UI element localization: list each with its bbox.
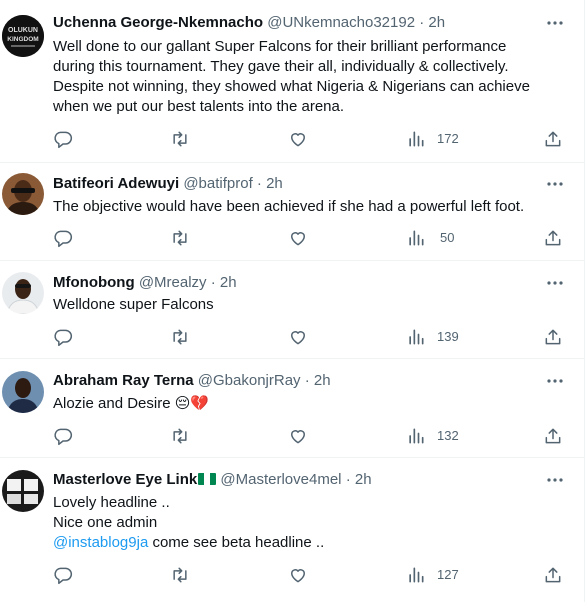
avatar[interactable] <box>2 470 44 512</box>
views-count: 127 <box>437 567 459 582</box>
views-icon[interactable] <box>406 565 426 585</box>
views-icon[interactable] <box>406 228 426 248</box>
tweet-text-line: during this tournament. They gave their … <box>53 58 509 75</box>
display-name[interactable]: Masterlove Eye Link <box>53 471 197 488</box>
more-icon[interactable] <box>545 174 565 194</box>
more-icon[interactable] <box>545 13 565 33</box>
tweet[interactable]: Mfonobong @Mrealzy · 2h Welldone super F… <box>0 261 585 359</box>
tweet[interactable]: Abraham Ray Terna @GbakonjrRay · 2h Aloz… <box>0 359 585 458</box>
avatar[interactable] <box>2 272 44 314</box>
avatar[interactable] <box>2 173 44 215</box>
views-count: 50 <box>440 230 455 245</box>
display-name[interactable]: Mfonobong <box>53 274 135 291</box>
tweet-text-line: Nice one admin <box>53 514 158 531</box>
tweet-header: Masterlove Eye Link @Masterlove4mel · 2h <box>53 470 372 490</box>
tweet[interactable]: Batifeori Adewuyi @batifprof · 2h The ob… <box>0 163 585 261</box>
like-icon[interactable] <box>288 129 308 149</box>
tweet-actions: 127 <box>0 565 585 585</box>
tweet-text-line: when we put our best talents into the ar… <box>53 98 345 115</box>
share-icon[interactable] <box>543 426 563 446</box>
tweet-header: Batifeori Adewuyi @batifprof · 2h <box>53 174 283 194</box>
retweet-icon[interactable] <box>170 327 190 347</box>
like-icon[interactable] <box>288 426 308 446</box>
user-handle[interactable]: @Masterlove4mel <box>220 471 341 488</box>
retweet-icon[interactable] <box>170 228 190 248</box>
reply-feed: OLUKUN KINGDOM Uchenna George-Nkemnacho … <box>0 0 585 602</box>
like-icon[interactable] <box>288 228 308 248</box>
more-icon[interactable] <box>545 371 565 391</box>
timestamp[interactable]: 2h <box>355 471 372 488</box>
tweet-text-line: Well done to our gallant Super Falcons f… <box>53 38 507 55</box>
retweet-icon[interactable] <box>170 565 190 585</box>
tweet-text-line: Alozie and Desire 😔💔 <box>53 394 573 414</box>
timestamp[interactable]: 2h <box>266 175 283 192</box>
tweet-text: Well done to our gallant Super Falcons f… <box>53 37 573 117</box>
reply-icon[interactable] <box>53 129 73 149</box>
avatar-text-1: OLUKUN <box>8 27 38 34</box>
display-name[interactable]: Batifeori Adewuyi <box>53 175 179 192</box>
share-icon[interactable] <box>543 228 563 248</box>
more-icon[interactable] <box>545 470 565 490</box>
tweet-text: Welldone super Falcons <box>53 295 573 315</box>
separator-dot: · <box>304 372 310 389</box>
separator-dot: · <box>419 14 425 31</box>
tweet-text-line: Despite not winning, they showed what Ni… <box>53 78 530 95</box>
separator-dot: · <box>210 274 216 291</box>
tweet-text: The objective would have been achieved i… <box>53 197 573 217</box>
views-count: 132 <box>437 428 459 443</box>
avatar[interactable]: OLUKUN KINGDOM <box>2 15 44 57</box>
reply-icon[interactable] <box>53 228 73 248</box>
views-count: 139 <box>437 329 459 344</box>
broken-heart-emoji: 💔 <box>190 395 210 412</box>
user-handle[interactable]: @Mrealzy <box>139 274 207 291</box>
separator-dot: · <box>256 175 262 192</box>
reply-icon[interactable] <box>53 327 73 347</box>
tweet-text-line: Welldone super Falcons <box>53 296 214 313</box>
tweet-text: Alozie and Desire 😔💔 <box>53 394 573 414</box>
avatar-text-2: KINGDOM <box>7 36 38 43</box>
avatar[interactable] <box>2 371 44 413</box>
tweet[interactable]: OLUKUN KINGDOM Uchenna George-Nkemnacho … <box>0 0 585 163</box>
like-icon[interactable] <box>288 565 308 585</box>
reply-icon[interactable] <box>53 565 73 585</box>
pensive-emoji: 😔 <box>174 395 191 412</box>
tweet-text-line: The objective would have been achieved i… <box>53 198 525 215</box>
share-icon[interactable] <box>543 327 563 347</box>
tweet-text-line: @instablog9ja come see beta headline .. <box>53 533 573 553</box>
views-icon[interactable] <box>406 426 426 446</box>
user-handle[interactable]: @GbakonjrRay <box>198 372 301 389</box>
tweet-text-content: Alozie and Desire <box>53 395 171 412</box>
tweet-actions: 172 <box>0 129 585 149</box>
tweet-text-content: come see beta headline .. <box>148 534 325 551</box>
share-icon[interactable] <box>543 565 563 585</box>
tweet-text: Lovely headline .. Nice one admin @insta… <box>53 493 573 553</box>
user-handle[interactable]: @UNkemnacho32192 <box>267 14 415 31</box>
views-icon[interactable] <box>406 129 426 149</box>
display-name[interactable]: Uchenna George-Nkemnacho <box>53 14 263 31</box>
tweet-header: Mfonobong @Mrealzy · 2h <box>53 273 237 293</box>
retweet-icon[interactable] <box>170 129 190 149</box>
user-handle[interactable]: @batifprof <box>183 175 252 192</box>
tweet[interactable]: Masterlove Eye Link @Masterlove4mel · 2h… <box>0 458 585 602</box>
tweet-header: Uchenna George-Nkemnacho @UNkemnacho3219… <box>53 13 445 33</box>
tweet-text-line: Lovely headline .. <box>53 494 170 511</box>
timestamp[interactable]: 2h <box>314 372 331 389</box>
timestamp[interactable]: 2h <box>428 14 445 31</box>
like-icon[interactable] <box>288 327 308 347</box>
views-count: 172 <box>437 131 459 146</box>
display-name[interactable]: Abraham Ray Terna <box>53 372 194 389</box>
retweet-icon[interactable] <box>170 426 190 446</box>
views-icon[interactable] <box>406 327 426 347</box>
tweet-header: Abraham Ray Terna @GbakonjrRay · 2h <box>53 371 331 391</box>
reply-icon[interactable] <box>53 426 73 446</box>
separator-dot: · <box>345 471 351 488</box>
tweet-actions: 50 <box>0 228 585 248</box>
tweet-actions: 139 <box>0 327 585 347</box>
more-icon[interactable] <box>545 273 565 293</box>
tweet-actions: 132 <box>0 426 585 446</box>
timestamp[interactable]: 2h <box>220 274 237 291</box>
nigeria-flag-icon <box>198 473 217 485</box>
share-icon[interactable] <box>543 129 563 149</box>
mention-link[interactable]: @instablog9ja <box>53 534 148 551</box>
